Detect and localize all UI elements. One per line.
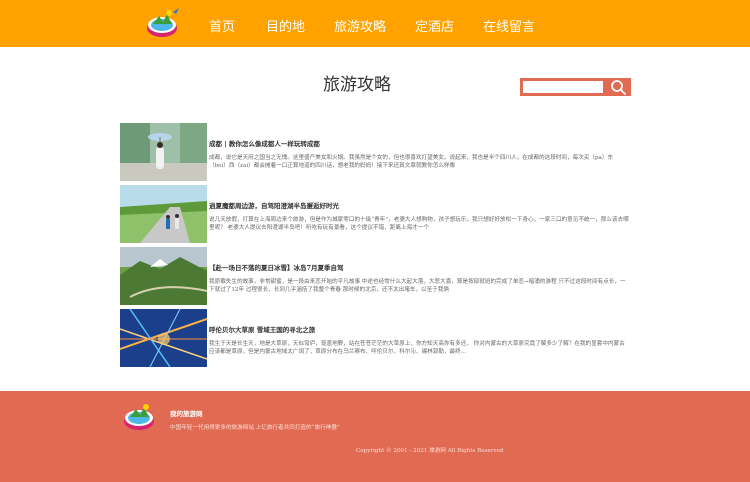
article-thumbnail[interactable] — [120, 123, 207, 181]
footer-logo-icon — [124, 404, 154, 430]
article-item[interactable]: 呼伦贝尔大草原 雪域王国的寻北之旅 我生于天是长生天，地是大草原，天似穹庐，笼盖… — [120, 309, 630, 367]
article-item[interactable]: 【赴一场日不落的夏日冰雪】冰岛7月夏季自驾 我原载失生的故事，非常甜蜜，是一段由… — [120, 247, 630, 305]
article-item[interactable]: 成都 | 教你怎么像成都人一样玩转成都 成都，说它是天府之国当之无愧。这里盛产美… — [120, 123, 630, 181]
site-logo-icon[interactable] — [143, 4, 181, 42]
article-thumbnail[interactable] — [120, 185, 207, 243]
footer-site-name: 我的旅游网 — [170, 410, 203, 418]
search-bar — [520, 78, 631, 96]
nav-label: 在线留言 — [483, 20, 536, 35]
article-title[interactable]: 呼伦贝尔大草原 雪域王国的寻北之旅 — [209, 324, 315, 334]
header-bar: 首页 目的地 旅游攻略 定酒店 在线留言 — [0, 0, 750, 47]
article-title[interactable]: 【赴一场日不落的夏日冰雪】冰岛7月夏季自驾 — [209, 262, 344, 272]
nav-label: 定酒店 — [415, 20, 455, 35]
article-summary: 我原载失生的故事，非常甜蜜，是一段由来恋开始的平凡故事 中途也经常什么大起大落，… — [209, 279, 626, 293]
article-title[interactable]: 成都 | 教你怎么像成都人一样玩转成都 — [209, 138, 320, 148]
article-summary: 成都，说它是天府之国当之无愧。这里盛产美女和火锅。我虽然是个女的，但也很喜欢打望… — [209, 155, 614, 169]
nav-label: 目的地 — [266, 20, 306, 35]
article-summary: 我生于天是长生天，地是大草原，天似穹庐，笼盖地野，站在苍苍茫茫的大草原上，你方知… — [209, 341, 625, 355]
footer-slogan: 中国年轻一代用得更多的旅游网站 上亿旅行者共同打造的“旅行神器” — [170, 425, 340, 431]
nav-label: 首页 — [209, 20, 236, 35]
footer: 我的旅游网 中国年轻一代用得更多的旅游网站 上亿旅行者共同打造的“旅行神器” C… — [0, 391, 750, 482]
search-input[interactable] — [523, 81, 603, 93]
article-item[interactable]: 逍夏魔都周边游，自驾阳澄湖半岛邂逅好时光 说几天放假，打算在上海周边来个旅游，但… — [120, 185, 630, 243]
article-title[interactable]: 逍夏魔都周边游，自驾阳澄湖半岛邂逅好时光 — [209, 200, 339, 210]
nav-label: 旅游攻略 — [334, 20, 387, 35]
search-icon[interactable] — [606, 78, 631, 96]
footer-copyright: Copyright © 2001 - 2021 旅游网 All Rights R… — [356, 448, 504, 454]
article-thumbnail[interactable] — [120, 247, 207, 305]
article-summary: 说几天放假，打算在上海周边来个旅游，但是作为城家零口的十级“青年”，老婆大人想购… — [209, 217, 629, 231]
article-thumbnail[interactable] — [120, 309, 207, 367]
page-title: 旅游攻略 — [323, 75, 391, 95]
